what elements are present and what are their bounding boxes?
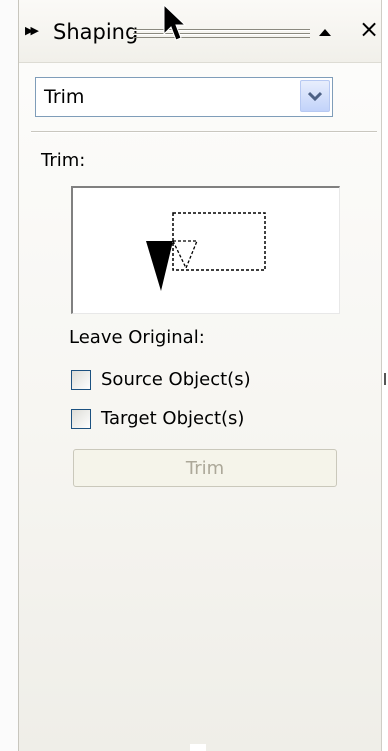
drag-grip[interactable]: [133, 29, 310, 38]
bottom-edge-gap: [190, 744, 206, 751]
leave-original-label: Leave Original:: [69, 327, 205, 348]
docker-title: Shaping: [53, 20, 139, 44]
dropdown-button[interactable]: [300, 80, 330, 112]
trim-apply-button[interactable]: Trim: [73, 449, 337, 487]
mouse-pointer-icon: [163, 4, 186, 41]
right-edge-mark: [384, 373, 386, 385]
separator: [31, 131, 377, 133]
shaping-docker: ▶▶ Shaping × Trim Trim: Leave Original: …: [18, 0, 382, 751]
trim-apply-button-label: Trim: [185, 458, 225, 479]
target-objects-label[interactable]: Target Object(s): [101, 408, 244, 429]
left-background: [0, 0, 18, 751]
chevron-down-icon: [308, 91, 322, 101]
source-objects-checkbox[interactable]: [71, 370, 91, 390]
close-icon[interactable]: ×: [359, 17, 379, 41]
operation-dropdown[interactable]: Trim: [35, 77, 333, 117]
operation-dropdown-value: Trim: [44, 86, 85, 108]
docker-titlebar[interactable]: ▶▶ Shaping ×: [19, 0, 381, 63]
page: ▶▶ Shaping × Trim Trim: Leave Original: …: [0, 0, 388, 751]
double-chevron-right-icon[interactable]: ▶▶: [25, 24, 39, 37]
target-objects-checkbox[interactable]: [71, 409, 91, 429]
triangle-up-icon[interactable]: [319, 29, 331, 36]
section-label: Trim:: [41, 150, 86, 171]
trim-preview-illustration: [146, 212, 266, 291]
operation-preview: [71, 186, 340, 314]
source-objects-label[interactable]: Source Object(s): [101, 369, 251, 390]
